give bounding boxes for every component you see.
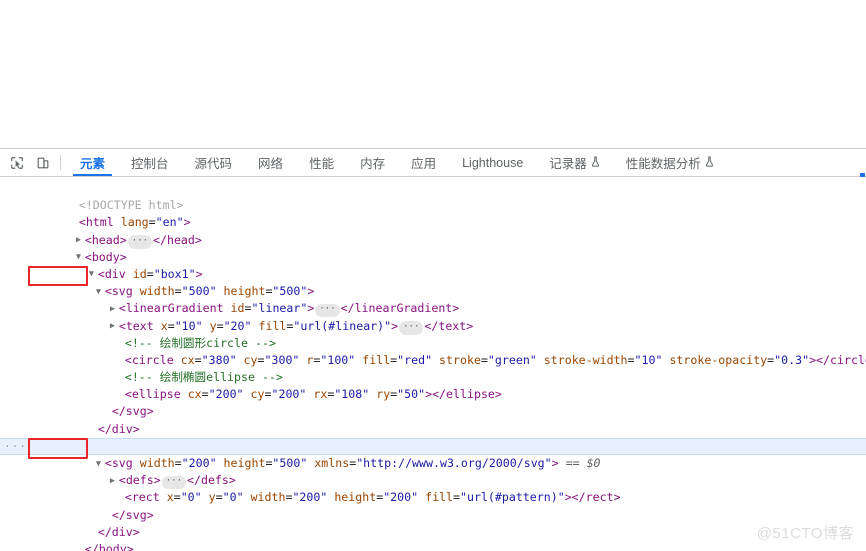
dom-node-div2-close[interactable]: </div> [0,507,866,539]
tab-performance-insights-label: 性能数据分析 [625,157,701,171]
tab-performance-insights[interactable]: 性能数据分析 [613,149,727,176]
tab-performance[interactable]: 性能 [296,149,347,176]
tab-recorder-label: 记录器 [549,157,587,171]
tab-memory[interactable]: 内存 [347,149,398,176]
dom-node-svg1-close[interactable]: </svg> [0,386,866,418]
tab-elements-label: 元素 [80,157,106,171]
heading-svg [14,9,214,41]
dom-node-lineargradient[interactable]: <linearGradient id="linear">···</linearG… [0,283,866,318]
tab-performance-label: 性能 [309,157,335,171]
tab-recorder[interactable]: 记录器 [536,149,613,176]
dom-node-defs[interactable]: <defs>···</defs> [0,455,866,490]
dom-node-svg2-close[interactable]: </svg> [0,489,866,522]
dom-node-svg-2[interactable]: ···<svg width="200" height="500" xmlns="… [0,437,866,470]
dom-node-body[interactable]: <body> [0,232,866,264]
dom-node-div-box1[interactable]: <div id="box1"> [0,249,866,281]
tab-console-label: 控制台 [131,157,169,171]
dom-node-html[interactable]: <html lang="en"> [0,197,866,229]
tab-memory-label: 内存 [360,157,386,171]
dom-node-text[interactable]: <text x="10" y="20" fill="url(#linear)">… [0,300,866,335]
dom-node-html-close[interactable]: </html> [0,541,866,551]
tab-network-label: 网络 [258,157,284,171]
devtools-panel: 元素 控制台 源代码 网络 性能 内存 应用 Lighthouse 记录器 性能… [0,148,866,551]
toolbar-divider [60,155,61,170]
dom-node-comment-ellipse[interactable]: <!-- 绘制椭圆ellipse --> [0,352,866,384]
tab-lighthouse[interactable]: Lighthouse [449,149,536,176]
tab-lighthouse-label: Lighthouse [462,155,524,170]
page-viewport [0,0,866,148]
devtools-tab-strip: 元素 控制台 源代码 网络 性能 内存 应用 Lighthouse 记录器 性能… [67,149,866,176]
inspect-cursor-icon[interactable] [4,149,30,176]
dom-node-body-close[interactable]: </body> [0,524,866,551]
svg-gradient-heading [14,9,214,46]
flask-icon [591,156,600,170]
screenshot-root: 元素 控制台 源代码 网络 性能 内存 应用 Lighthouse 记录器 性能… [0,0,866,551]
tab-console[interactable]: 控制台 [118,149,182,176]
device-toolbar-icon[interactable] [30,149,56,176]
dom-node-div-box2[interactable]: <div id="box2"> [0,421,866,453]
dom-node-doctype[interactable]: <!DOCTYPE html> [0,180,866,212]
tab-application-label: 应用 [411,157,437,171]
tab-sources-label: 源代码 [194,157,233,171]
dom-node-rect[interactable]: <rect x="0" y="0" width="200" height="20… [0,472,866,504]
tab-elements[interactable]: 元素 [67,149,118,176]
flask-icon [705,156,714,170]
dom-node-comment-circle[interactable]: <!-- 绘制圆形circle --> [0,318,866,350]
dom-node-head[interactable]: <head>···</head> [0,214,866,249]
devtools-toolbar: 元素 控制台 源代码 网络 性能 内存 应用 Lighthouse 记录器 性能… [0,149,866,178]
dom-node-ellipse[interactable]: <ellipse cx="200" cy="200" rx="108" ry="… [0,369,866,401]
dom-tree[interactable]: <!DOCTYPE html> <html lang="en"> <head>·… [0,177,866,551]
tab-application[interactable]: 应用 [398,149,449,176]
tab-network[interactable]: 网络 [245,149,296,176]
dom-node-div1-close[interactable]: </div> [0,403,866,436]
node-menu-dots[interactable]: ··· [4,438,27,455]
dom-node-svg-1[interactable]: <svg width="500" height="500"> [0,266,866,298]
dom-node-circle[interactable]: <circle cx="380" cy="300" r="100" fill="… [0,335,866,367]
watermark: @51CTO博客 [756,525,854,542]
tab-sources[interactable]: 源代码 [182,149,246,176]
